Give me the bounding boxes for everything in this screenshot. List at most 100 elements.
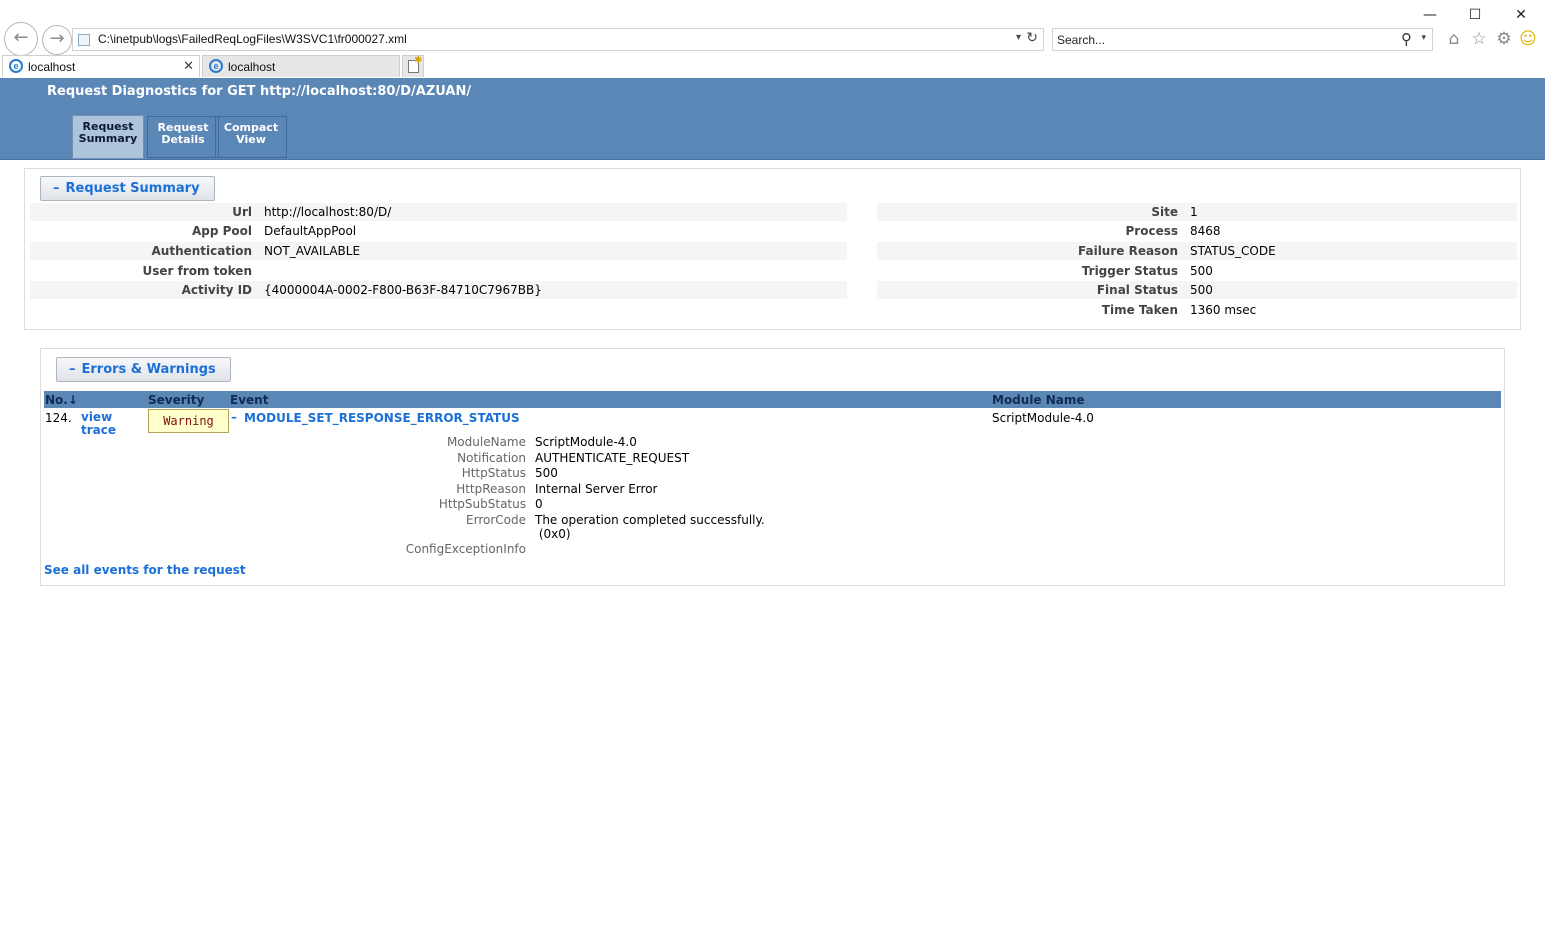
- field-label: Trigger Status: [1081, 264, 1178, 278]
- event-number: 124.: [45, 411, 72, 425]
- new-tab-star-icon: ✱: [414, 55, 423, 66]
- section-heading: Errors & Warnings: [81, 362, 216, 377]
- request-summary-toggle[interactable]: – Request Summary: [40, 176, 215, 201]
- collapse-event-icon[interactable]: –: [231, 410, 237, 424]
- field-label: Authentication: [151, 244, 253, 258]
- field-label: Time Taken: [1101, 303, 1178, 317]
- tab-request-summary[interactable]: Request Summary: [72, 115, 144, 159]
- tab-compact-view[interactable]: Compact View: [215, 116, 287, 158]
- browser-chrome: — ☐ ✕ ← → C:\inetpub\logs\FailedReqLogFi…: [0, 0, 1545, 78]
- tab-label-line2: View: [236, 133, 266, 146]
- detail-label: HttpStatus: [461, 466, 526, 480]
- page-header: Request Diagnostics for GET http://local…: [0, 78, 1545, 160]
- field-label: User from token: [142, 264, 252, 278]
- summary-row: Time Taken 1360 msec: [877, 301, 1517, 319]
- column-header-event[interactable]: Event: [230, 393, 268, 407]
- detail-value: AUTHENTICATE_REQUEST: [535, 451, 690, 465]
- chevron-down-icon[interactable]: ▾: [1016, 32, 1021, 43]
- detail-value: ScriptModule-4.0: [535, 435, 637, 449]
- summary-row: Site 1: [877, 203, 1517, 221]
- detail-value: The operation completed successfully.: [535, 513, 765, 527]
- address-bar[interactable]: C:\inetpub\logs\FailedReqLogFiles\W3SVC1…: [72, 28, 1044, 51]
- ie-icon: e: [9, 59, 23, 73]
- gear-icon[interactable]: ⚙: [1493, 28, 1515, 50]
- minimize-icon[interactable]: —: [1418, 6, 1442, 26]
- column-header-module[interactable]: Module Name: [992, 393, 1085, 407]
- errors-warnings-toggle[interactable]: – Errors & Warnings: [56, 357, 231, 382]
- module-name: ScriptModule-4.0: [992, 411, 1094, 425]
- field-value: 500: [1190, 283, 1213, 297]
- summary-row: Trigger Status 500: [877, 262, 1517, 280]
- detail-label: ModuleName: [446, 435, 526, 449]
- column-header-severity[interactable]: Severity: [148, 393, 204, 407]
- summary-row: User from token: [30, 262, 847, 280]
- detail-label: Notification: [457, 451, 526, 465]
- refresh-icon[interactable]: ↻: [1026, 30, 1038, 46]
- summary-row: App Pool DefaultAppPool: [30, 222, 847, 240]
- favorites-star-icon[interactable]: ☆: [1468, 28, 1490, 50]
- home-icon[interactable]: ⌂: [1443, 28, 1465, 50]
- field-value: http://localhost:80/D/: [264, 205, 392, 219]
- maximize-icon[interactable]: ☐: [1463, 6, 1487, 26]
- close-window-icon[interactable]: ✕: [1509, 6, 1533, 26]
- column-header-no[interactable]: No.↓: [45, 393, 78, 407]
- page-title: Request Diagnostics for GET http://local…: [47, 84, 472, 99]
- collapse-icon: –: [53, 181, 60, 196]
- field-label: Site: [1151, 205, 1178, 219]
- field-label: Final Status: [1096, 283, 1178, 297]
- detail-value: 500: [535, 466, 558, 480]
- view-trace-line2: trace: [81, 423, 117, 437]
- browser-tab[interactable]: e localhost: [202, 55, 400, 77]
- new-tab-button[interactable]: ✱: [402, 55, 424, 77]
- search-icon[interactable]: ⚲: [1401, 30, 1412, 48]
- forward-arrow-icon[interactable]: →: [42, 25, 72, 55]
- search-input[interactable]: [1057, 31, 1387, 48]
- see-all-events-link[interactable]: See all events for the request: [44, 563, 246, 577]
- summary-row: Failure Reason STATUS_CODE: [877, 242, 1517, 260]
- detail-value: 0: [535, 497, 543, 511]
- detail-label: ErrorCode: [466, 513, 526, 527]
- tab-label: localhost: [28, 60, 76, 74]
- field-value: 1360 msec: [1190, 303, 1257, 317]
- tab-label-line2: Details: [161, 133, 205, 146]
- back-arrow-icon[interactable]: ←: [4, 22, 38, 56]
- section-heading: Request Summary: [65, 181, 200, 196]
- detail-label: ConfigExceptionInfo: [405, 542, 526, 556]
- field-value: 1: [1190, 205, 1198, 219]
- summary-row: Activity ID {4000004A-0002-F800-B63F-847…: [30, 281, 847, 299]
- field-value: 500: [1190, 264, 1213, 278]
- field-label: Process: [1125, 224, 1179, 238]
- field-value: STATUS_CODE: [1190, 244, 1276, 258]
- page-icon: [78, 34, 90, 46]
- smiley-feedback-icon[interactable]: ☺: [1517, 28, 1539, 50]
- tab-label: localhost: [228, 60, 276, 74]
- severity-badge: Warning: [148, 409, 229, 433]
- summary-row: Final Status 500: [877, 281, 1517, 299]
- ie-icon: e: [209, 59, 223, 73]
- summary-row: Url http://localhost:80/D/: [30, 203, 847, 221]
- detail-value: Internal Server Error: [535, 482, 658, 496]
- field-value: NOT_AVAILABLE: [264, 244, 361, 258]
- event-name-link[interactable]: MODULE_SET_RESPONSE_ERROR_STATUS: [244, 411, 520, 425]
- tab-label-line2: Summary: [78, 132, 138, 145]
- errors-warnings-section: [40, 348, 1505, 586]
- detail-label: HttpReason: [456, 482, 526, 496]
- field-label: Failure Reason: [1077, 244, 1178, 258]
- view-trace-link[interactable]: view trace: [81, 411, 116, 437]
- field-label: App Pool: [191, 224, 252, 238]
- tab-request-details[interactable]: Request Details: [147, 116, 219, 158]
- close-tab-icon[interactable]: ✕: [183, 58, 194, 74]
- field-value: DefaultAppPool: [264, 224, 357, 238]
- search-box[interactable]: ⚲ ▾: [1052, 28, 1433, 51]
- field-label: Activity ID: [181, 283, 252, 297]
- field-value: 8468: [1190, 224, 1221, 238]
- browser-tab-active[interactable]: e localhost ✕: [2, 55, 200, 77]
- summary-row: Process 8468: [877, 222, 1517, 240]
- field-value: {4000004A-0002-F800-B63F-84710C7967BB}: [264, 283, 542, 297]
- chevron-down-icon[interactable]: ▾: [1421, 33, 1426, 43]
- detail-label: HttpSubStatus: [438, 497, 526, 511]
- detail-value: (0x0): [535, 527, 571, 541]
- address-url[interactable]: C:\inetpub\logs\FailedReqLogFiles\W3SVC1…: [98, 32, 407, 46]
- summary-row: Authentication NOT_AVAILABLE: [30, 242, 847, 260]
- field-label: Url: [232, 205, 252, 219]
